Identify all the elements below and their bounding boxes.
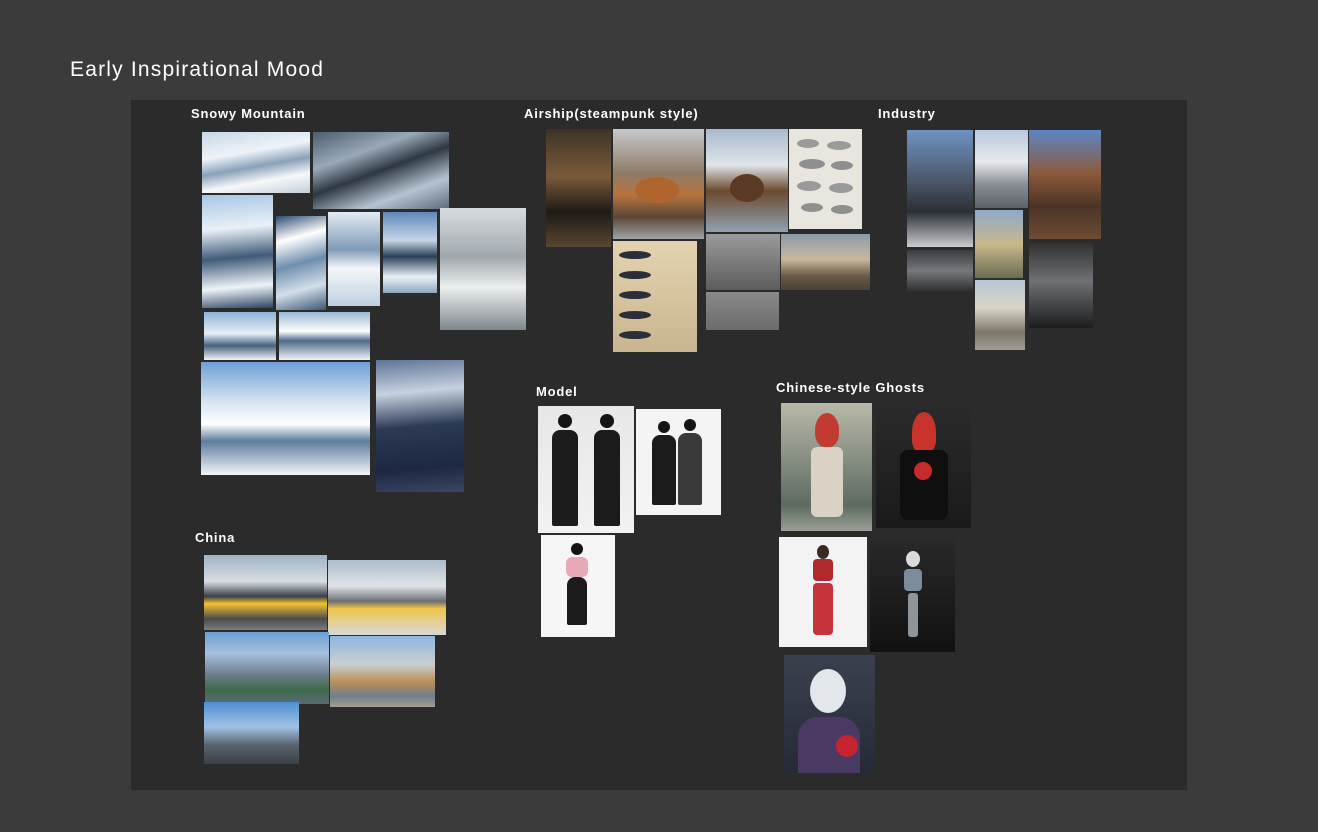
airship-image [781,234,870,290]
china-image [204,702,299,764]
ghost-character-image [876,404,971,528]
industry-image [907,130,973,247]
airship-image [613,129,704,239]
airship-image [706,234,780,290]
snowy-mountain-image [440,208,526,330]
model-image [636,409,721,515]
airship-poster [613,241,697,352]
airship-image [546,129,611,247]
china-image [330,636,435,707]
snowy-mountain-image [376,360,464,492]
airship-image [706,129,788,232]
snowy-mountain-image [202,132,310,193]
china-image [328,560,446,635]
ghost-character-image [870,535,955,652]
section-label-industry: Industry [878,106,936,121]
industry-image [1029,242,1093,328]
model-image [538,406,634,533]
section-label-snowy-mountain: Snowy Mountain [191,106,306,121]
airship-image [706,292,779,330]
snowy-mountain-image [201,362,370,475]
ghost-character-image [784,655,875,774]
industry-image [975,210,1023,278]
snowy-mountain-image [276,216,326,310]
snowy-mountain-image [204,312,276,360]
section-label-airship: Airship(steampunk style) [524,106,699,121]
ghost-character-image [779,537,867,647]
industry-image [975,130,1028,208]
page-title: Early Inspirational Mood [70,58,325,81]
snowy-mountain-image [328,212,380,306]
industry-image [907,250,973,292]
industry-image [975,280,1025,350]
snowy-mountain-image [313,132,449,209]
china-image [204,555,327,630]
airship-sketch-sheet [789,129,862,229]
snowy-mountain-image [202,195,273,308]
model-image [541,535,615,637]
china-image [205,632,329,704]
ghost-character-image [781,403,872,531]
snowy-mountain-image [279,312,370,360]
section-label-model: Model [536,384,578,399]
industry-image [1029,130,1101,239]
snowy-mountain-image [383,212,437,293]
section-label-chinese-ghosts: Chinese-style Ghosts [776,380,925,395]
section-label-china: China [195,530,236,545]
